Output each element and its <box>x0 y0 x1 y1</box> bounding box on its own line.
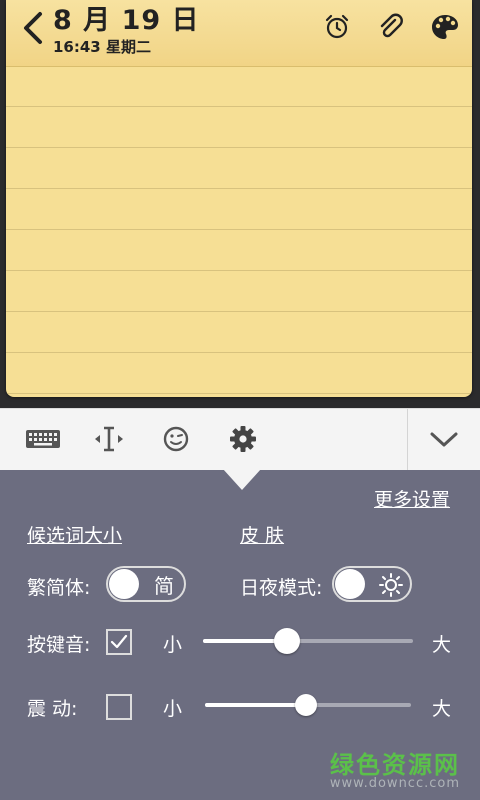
key-sound-min-label: 小 <box>163 634 183 656</box>
key-sound-slider-thumb[interactable] <box>274 628 300 654</box>
alarm-clock-icon[interactable] <box>322 12 352 42</box>
note-date: 8 月 19 日 <box>53 5 200 36</box>
note-frame: 8 月 19 日 16:43 星期二 <box>0 0 480 408</box>
toolbar-divider <box>407 409 408 471</box>
key-sound-label: 按键音: <box>27 634 91 656</box>
emoji-icon[interactable] <box>158 423 194 455</box>
chevron-down-icon[interactable] <box>426 423 462 455</box>
watermark: 绿色资源网 www.downcc.com <box>330 745 460 791</box>
paperclip-icon[interactable] <box>376 12 406 42</box>
note-paper[interactable]: 8 月 19 日 16:43 星期二 <box>6 0 472 397</box>
vibrate-checkbox[interactable] <box>106 694 132 720</box>
text-cursor-icon[interactable] <box>91 423 127 455</box>
toggle-knob <box>109 569 139 599</box>
toolbar-pointer <box>223 469 261 490</box>
note-header: 8 月 19 日 16:43 星期二 <box>6 0 472 67</box>
keyboard-icon[interactable] <box>25 423 61 455</box>
toggle-knob <box>335 569 365 599</box>
watermark-title: 绿色资源网 <box>330 751 460 779</box>
palette-icon[interactable] <box>430 12 460 42</box>
keyboard-toolbar <box>0 408 480 471</box>
candidate-size-link[interactable]: 候选词大小 <box>27 521 122 548</box>
gear-icon[interactable] <box>225 423 261 455</box>
day-night-label: 日夜模式: <box>240 577 323 599</box>
chevron-left-icon[interactable] <box>18 10 48 46</box>
vibrate-label: 震 动: <box>27 698 78 720</box>
key-sound-checkbox[interactable] <box>106 629 132 655</box>
key-sound-slider[interactable] <box>203 628 413 654</box>
vibrate-max-label: 大 <box>432 698 452 720</box>
skin-link[interactable]: 皮 肤 <box>240 521 284 548</box>
vibrate-slider[interactable] <box>205 694 411 716</box>
checkmark-icon <box>110 634 128 649</box>
trad-simp-value: 简 <box>154 574 174 598</box>
watermark-url: www.downcc.com <box>329 776 460 791</box>
vibrate-slider-fill <box>205 703 306 707</box>
note-ruled-lines[interactable] <box>6 66 472 397</box>
trad-simp-label: 繁简体: <box>27 577 91 599</box>
sun-icon <box>379 573 403 597</box>
vibrate-slider-thumb[interactable] <box>295 694 317 716</box>
day-night-toggle[interactable] <box>332 566 412 602</box>
key-sound-max-label: 大 <box>432 634 452 656</box>
note-time: 16:43 星期二 <box>53 38 151 56</box>
trad-simp-toggle[interactable]: 简 <box>106 566 186 602</box>
vibrate-min-label: 小 <box>163 698 183 720</box>
more-settings-link[interactable]: 更多设置 <box>374 485 450 512</box>
